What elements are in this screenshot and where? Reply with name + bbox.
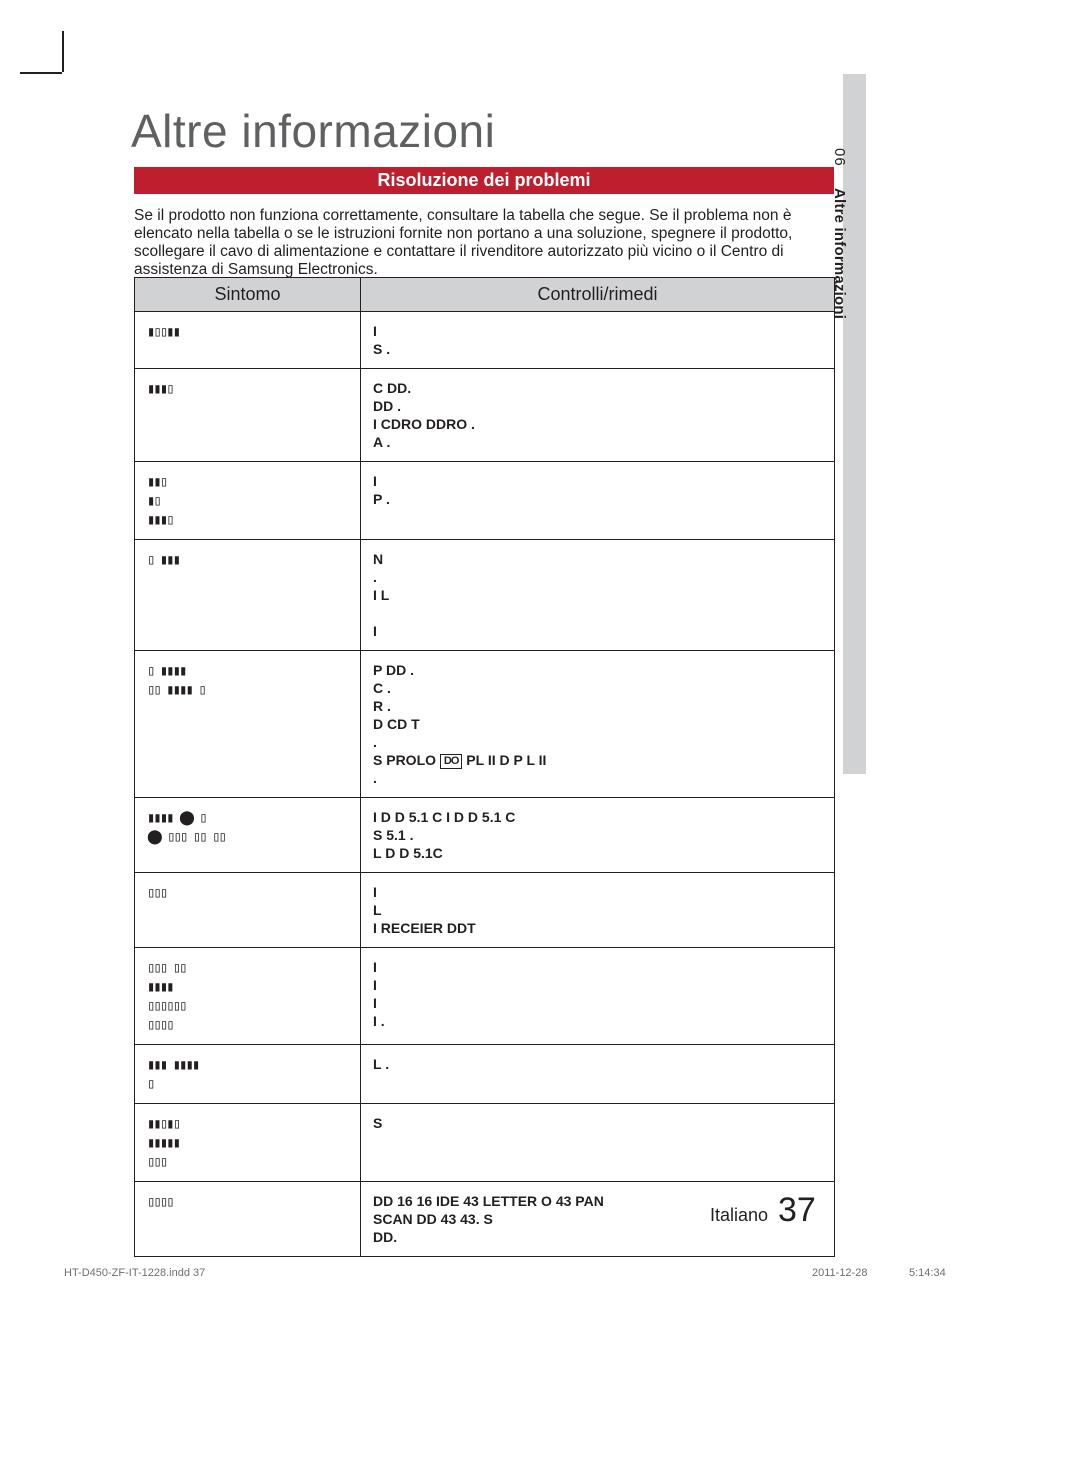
symptom-cell: ▯ ▮▮▮ bbox=[135, 540, 361, 651]
symptom-cell: ▮▯▯▮▮ bbox=[135, 312, 361, 369]
troubleshooting-table: Sintomo Controlli/rimedi ▮▯▯▮▮ I S . ▮▮▮▯ C… bbox=[134, 277, 835, 1257]
remedy-cell: I P . bbox=[361, 462, 835, 540]
symptom-text: ▮▯▯▮▮ bbox=[147, 324, 179, 340]
crop-mark-vertical bbox=[62, 31, 64, 72]
side-tab-top bbox=[843, 74, 866, 148]
symptom-text: ▮▮▮▮ ⬤ ▯ ⬤ ▯▯▯ ▯▯ ▯▯ bbox=[147, 810, 225, 845]
symptom-cell: ▮▮▮▮ ⬤ ▯ ⬤ ▯▯▯ ▯▯ ▯▯ bbox=[135, 798, 361, 873]
remedy-cell: P DD . C . R . D CD T . S PROLO DO PL II… bbox=[361, 651, 835, 798]
table-header-symptom: Sintomo bbox=[135, 278, 361, 312]
table-row: ▯▯▯ I L I RECEIER DDT bbox=[135, 873, 835, 948]
symptom-cell: ▯▯▯▯ bbox=[135, 1182, 361, 1257]
symptom-cell: ▮▮▯▮▯ ▮▮▮▮▮ ▯▯▯ bbox=[135, 1104, 361, 1182]
remedy-cell: S bbox=[361, 1104, 835, 1182]
footer-time: 5:14:34 bbox=[909, 1267, 946, 1279]
intro-paragraph: Se il prodotto non funziona correttament… bbox=[134, 207, 834, 279]
chapter-number: 06 bbox=[831, 148, 848, 167]
table-row: ▮▮▮▮ ⬤ ▯ ⬤ ▯▯▯ ▯▯ ▯▯ I D D 5.1 C I D D 5.… bbox=[135, 798, 835, 873]
symptom-cell: ▮▮▯ ▮▯ ▮▮▮▯ bbox=[135, 462, 361, 540]
table-header-remedy: Controlli/rimedi bbox=[361, 278, 835, 312]
crop-mark-horizontal bbox=[20, 72, 62, 74]
symptom-text: ▯ ▮▮▮▮ ▯▯ ▮▮▮▮ ▯ bbox=[147, 663, 205, 698]
manual-page: 06 Altre informazioni Altre informazioni… bbox=[0, 0, 1080, 1479]
remedy-cell: L . bbox=[361, 1045, 835, 1104]
table-row: ▮▮▮ ▮▮▮▮ ▯ L . bbox=[135, 1045, 835, 1104]
table-row: ▯ ▮▮▮▮ ▯▯ ▮▮▮▮ ▯ P DD . C . R . D CD T . … bbox=[135, 651, 835, 798]
table-row: ▮▮▯ ▮▯ ▮▮▮▯ I P . bbox=[135, 462, 835, 540]
symptom-text: ▮▮▮ ▮▮▮▮ ▯ bbox=[147, 1057, 198, 1092]
table-row: ▮▮▯▮▯ ▮▮▮▮▮ ▯▯▯ S bbox=[135, 1104, 835, 1182]
page-title: Altre informazioni bbox=[131, 104, 495, 158]
symptom-text: ▯▯▯▯ bbox=[147, 1194, 173, 1210]
footer-language: Italiano bbox=[710, 1205, 768, 1226]
table-row: ▮▯▯▮▮ I S . bbox=[135, 312, 835, 369]
symptom-text: ▯▯▯ bbox=[147, 885, 166, 901]
remedy-cell: I S . bbox=[361, 312, 835, 369]
symptom-cell: ▮▮▮▯ bbox=[135, 369, 361, 462]
symptom-cell: ▯ ▮▮▮▮ ▯▯ ▮▮▮▮ ▯ bbox=[135, 651, 361, 798]
remedy-cell: I D D 5.1 C I D D 5.1 C S 5.1 . L D D 5.… bbox=[361, 798, 835, 873]
symptom-text: ▮▮▯▮▯ ▮▮▮▮▮ ▯▯▯ bbox=[147, 1116, 179, 1170]
table-row: ▯▯▯ ▯▯ ▮▮▮▮ ▯▯▯▯▯▯ ▯▯▯▯ I I I I . bbox=[135, 948, 835, 1045]
remedy-cell: I L I RECEIER DDT bbox=[361, 873, 835, 948]
symptom-text: ▮▮▯ ▮▯ ▮▮▮▯ bbox=[147, 474, 173, 528]
section-header: Risoluzione dei problemi bbox=[134, 167, 834, 194]
table-row: ▯ ▮▮▮ N . I L I bbox=[135, 540, 835, 651]
remedy-cell: N . I L I bbox=[361, 540, 835, 651]
symptom-text: ▮▮▮▯ bbox=[147, 381, 173, 397]
symptom-cell: ▯▯▯ bbox=[135, 873, 361, 948]
symptom-text: ▯ ▮▮▮ bbox=[147, 552, 179, 568]
dolby-pl2-icon: DO bbox=[440, 754, 463, 769]
footer-date: 2011-12-28 bbox=[812, 1267, 867, 1279]
footer-filename: HT-D450-ZF-IT-1228.indd 37 bbox=[64, 1267, 205, 1279]
table-row: ▮▮▮▯ C DD. DD . I CDRO DDRO . A . bbox=[135, 369, 835, 462]
symptom-cell: ▯▯▯ ▯▯ ▮▮▮▮ ▯▯▯▯▯▯ ▯▯▯▯ bbox=[135, 948, 361, 1045]
footer-page-number: 37 bbox=[778, 1191, 816, 1230]
symptom-text: ▯▯▯ ▯▯ ▮▮▮▮ ▯▯▯▯▯▯ ▯▯▯▯ bbox=[147, 960, 186, 1033]
symptom-cell: ▮▮▮ ▮▮▮▮ ▯ bbox=[135, 1045, 361, 1104]
remedy-cell: C DD. DD . I CDRO DDRO . A . bbox=[361, 369, 835, 462]
remedy-cell: I I I I . bbox=[361, 948, 835, 1045]
